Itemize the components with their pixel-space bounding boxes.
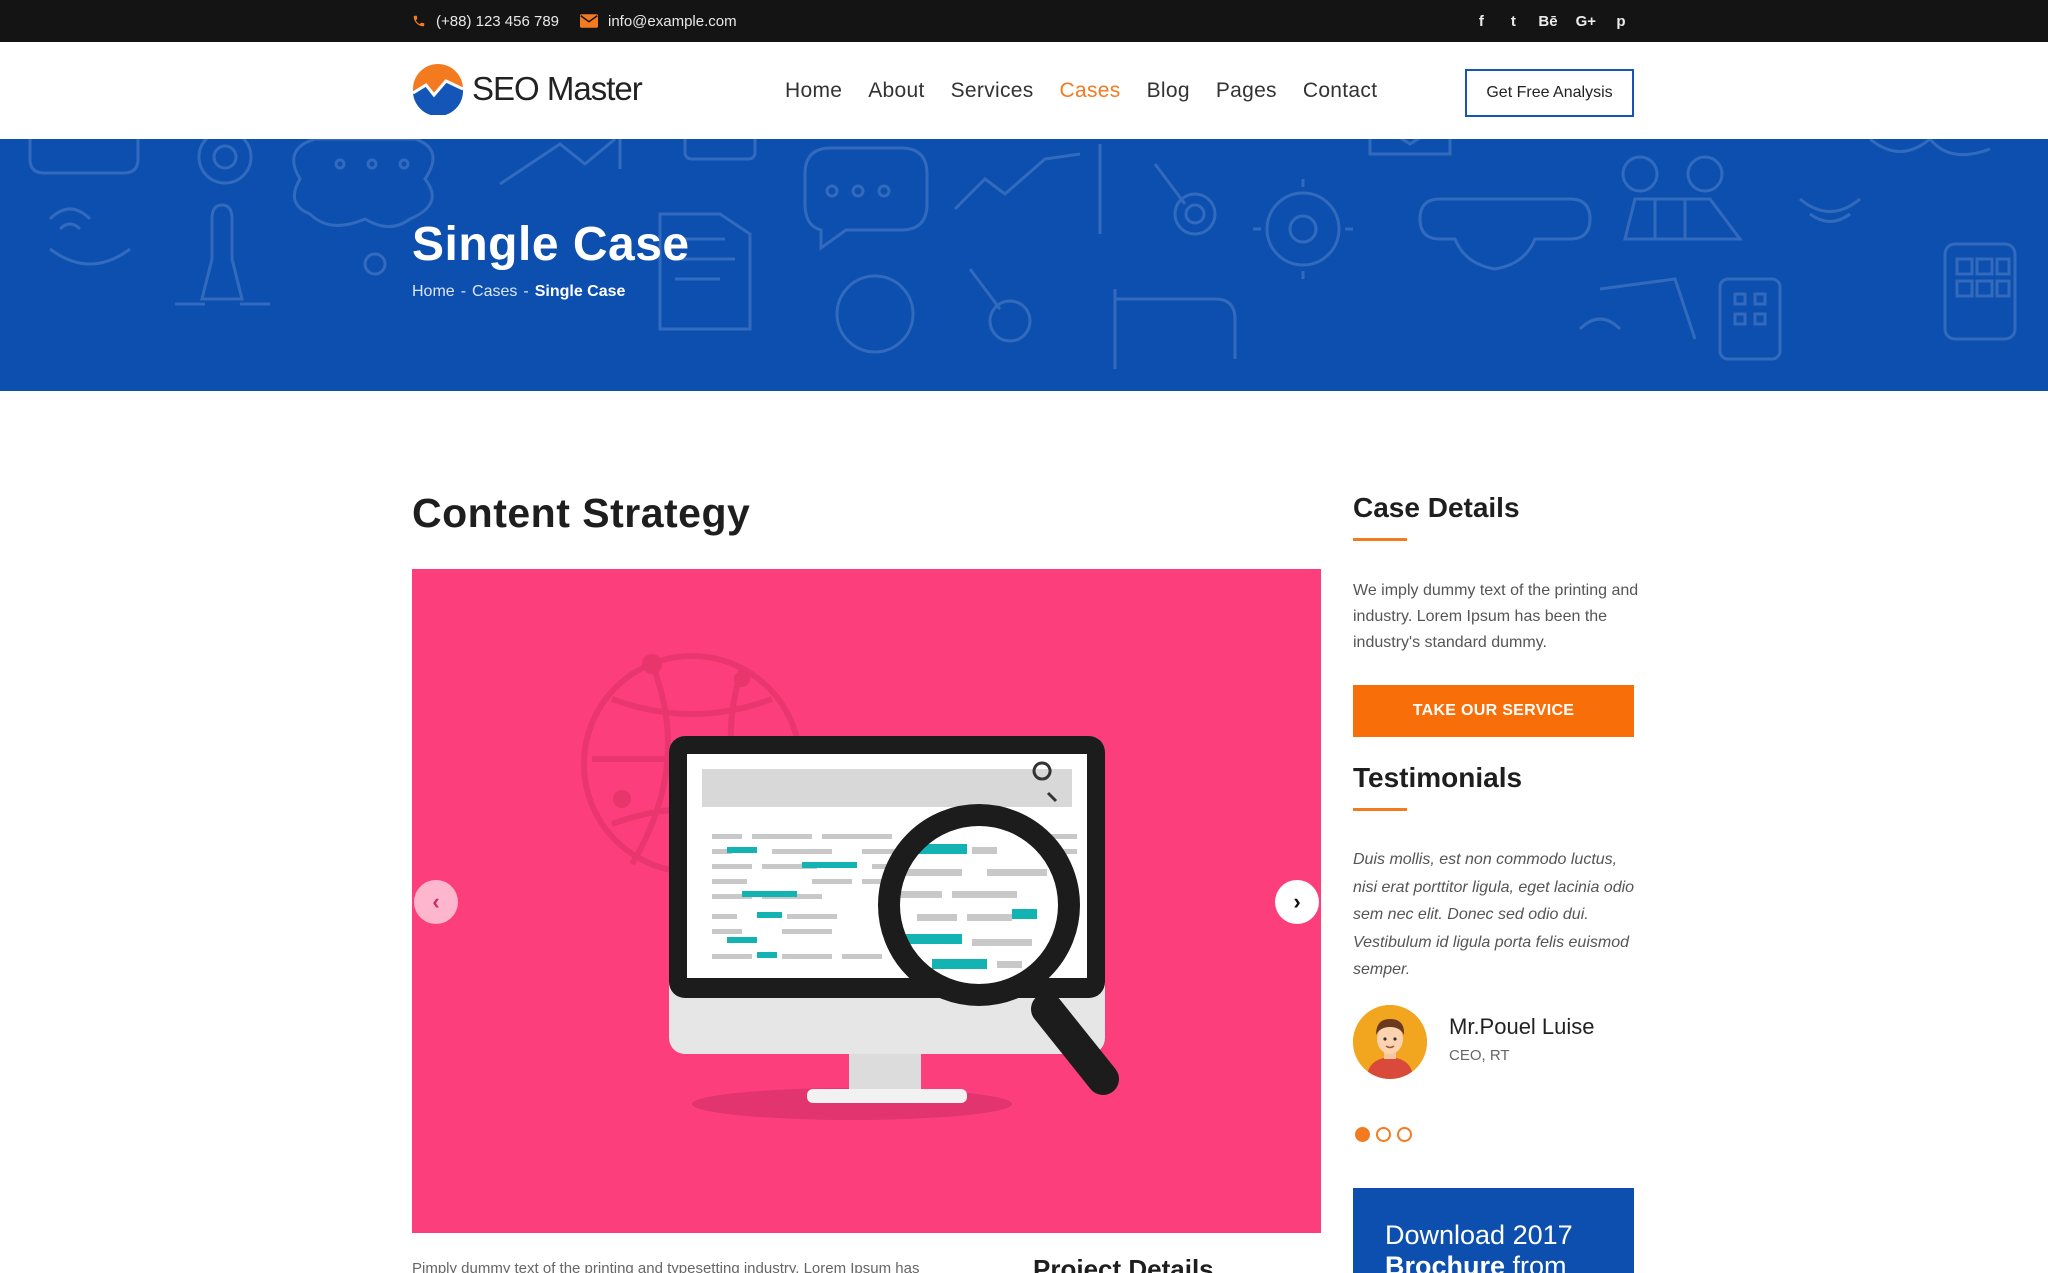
get-free-analysis-button[interactable]: Get Free Analysis	[1465, 69, 1634, 117]
envelope-icon	[580, 14, 598, 28]
chevron-left-icon: ‹	[432, 889, 440, 914]
breadcrumb-separator: -	[460, 283, 467, 300]
pagination-dot[interactable]	[1397, 1127, 1412, 1142]
page-title: Single Case	[412, 218, 690, 271]
case-image-slider[interactable]: ‹ ›	[412, 569, 1321, 1233]
avatar	[1353, 1005, 1427, 1079]
pinterest-icon[interactable]: p	[1614, 14, 1628, 29]
pagination-dot[interactable]	[1376, 1127, 1391, 1142]
testimonials-heading: Testimonials	[1353, 762, 1523, 793]
top-bar: (+88) 123 456 789 info@example.com f t B…	[0, 0, 2048, 42]
behance-icon[interactable]: Bē	[1538, 14, 1557, 29]
case-details-text: We imply dummy text of the printing and …	[1353, 582, 1639, 651]
case-body-text: Pimply dummy text of the printing and ty…	[412, 1260, 920, 1273]
hero-pattern-illustration	[28, 139, 2017, 369]
breadcrumb-home[interactable]: Home	[412, 283, 455, 301]
twitter-icon[interactable]: t	[1506, 14, 1520, 29]
heading-underline	[1353, 808, 1407, 811]
site-header: SEO Master Home About Services Cases Blo…	[0, 42, 2048, 139]
slider-next-button[interactable]: ›	[1275, 880, 1319, 924]
nav-pages[interactable]: Pages	[1216, 79, 1277, 103]
google-plus-icon[interactable]: G+	[1576, 14, 1596, 29]
facebook-icon[interactable]: f	[1474, 14, 1488, 29]
slider-prev-button[interactable]: ‹	[414, 880, 458, 924]
case-details-heading: Case Details	[1353, 492, 1520, 523]
social-links: f t Bē G+ p	[1474, 0, 1628, 42]
testimonial-quote: Duis mollis, est non commodo luctus, nis…	[1353, 851, 1635, 978]
testimonial-pagination	[1355, 1127, 1412, 1142]
download-line2-rest: from	[1505, 1251, 1567, 1273]
phone-contact[interactable]: (+88) 123 456 789	[412, 0, 559, 42]
site-logo[interactable]: SEO Master	[412, 64, 643, 115]
email-address: info@example.com	[608, 12, 737, 30]
download-line2-bold: Brochure	[1385, 1251, 1506, 1273]
testimonial-author-name: Mr.Pouel Luise	[1449, 1014, 1595, 1039]
nav-about[interactable]: About	[868, 79, 924, 103]
heading-underline	[1353, 538, 1407, 541]
nav-home[interactable]: Home	[785, 79, 842, 103]
download-line2: Brochure from	[1385, 1251, 1634, 1273]
person-avatar-illustration	[1353, 1005, 1427, 1079]
nav-cases[interactable]: Cases	[1060, 79, 1121, 103]
phone-number: (+88) 123 456 789	[436, 12, 560, 30]
main-nav: Home About Services Cases Blog Pages Con…	[785, 42, 1377, 139]
logo-icon	[412, 64, 464, 115]
logo-text: SEO Master	[472, 70, 643, 107]
download-line1: Download 2017	[1385, 1220, 1573, 1250]
take-our-service-button[interactable]: TAKE OUR SERVICE	[1353, 685, 1634, 737]
project-details-heading: Project Details	[1033, 1254, 1214, 1273]
chevron-right-icon: ›	[1293, 889, 1301, 914]
nav-services[interactable]: Services	[951, 79, 1034, 103]
case-title: Content Strategy	[412, 490, 751, 536]
testimonial-author-role: CEO, RT	[1449, 1047, 1510, 1064]
monitor-magnifier-illustration	[581, 653, 1119, 1120]
nav-contact[interactable]: Contact	[1303, 79, 1377, 103]
page-hero: Single Case Home - Cases - Single Case	[0, 139, 2048, 391]
pagination-dot[interactable]	[1355, 1127, 1370, 1142]
download-brochure-card[interactable]: Download 2017 Brochure from	[1353, 1188, 1634, 1273]
nav-blog[interactable]: Blog	[1147, 79, 1190, 103]
email-contact[interactable]: info@example.com	[580, 0, 737, 42]
phone-icon	[413, 15, 425, 27]
breadcrumb-separator: -	[523, 283, 529, 300]
breadcrumb-current: Single Case	[534, 283, 626, 300]
breadcrumb-cases[interactable]: Cases	[472, 283, 517, 301]
breadcrumb: Home - Cases - Single Case	[412, 283, 625, 301]
